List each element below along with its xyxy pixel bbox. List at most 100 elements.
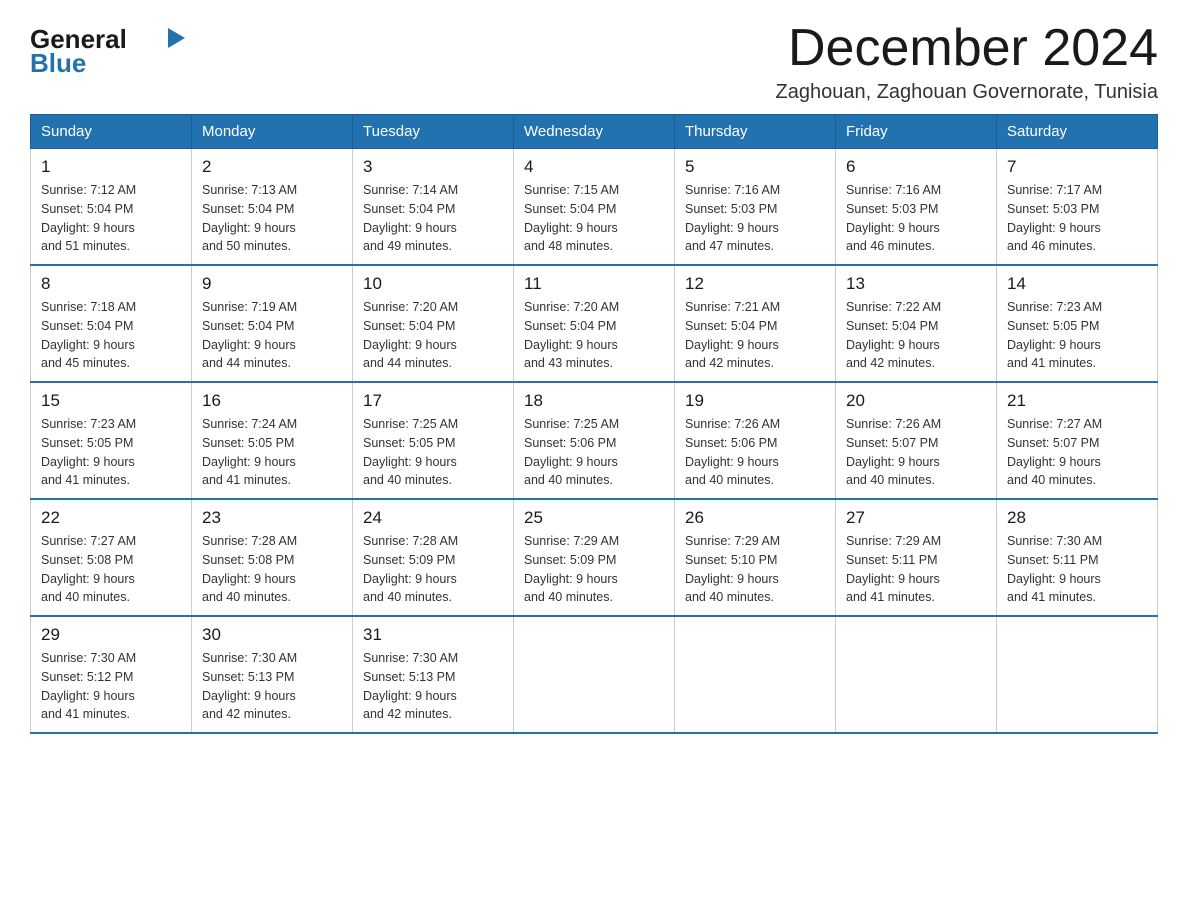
day-info: Sunrise: 7:29 AM Sunset: 5:09 PM Dayligh… [524,532,664,607]
day-number: 13 [846,274,986,294]
weekday-saturday: Saturday [997,115,1158,149]
calendar-cell: 13 Sunrise: 7:22 AM Sunset: 5:04 PM Dayl… [836,265,997,382]
calendar-cell: 2 Sunrise: 7:13 AM Sunset: 5:04 PM Dayli… [192,149,353,266]
day-info: Sunrise: 7:26 AM Sunset: 5:07 PM Dayligh… [846,415,986,490]
calendar-cell: 27 Sunrise: 7:29 AM Sunset: 5:11 PM Dayl… [836,499,997,616]
calendar-cell: 20 Sunrise: 7:26 AM Sunset: 5:07 PM Dayl… [836,382,997,499]
day-number: 21 [1007,391,1147,411]
calendar-cell: 31 Sunrise: 7:30 AM Sunset: 5:13 PM Dayl… [353,616,514,733]
day-number: 24 [363,508,503,528]
weekday-tuesday: Tuesday [353,115,514,149]
day-info: Sunrise: 7:28 AM Sunset: 5:09 PM Dayligh… [363,532,503,607]
day-info: Sunrise: 7:27 AM Sunset: 5:08 PM Dayligh… [41,532,181,607]
calendar-cell: 7 Sunrise: 7:17 AM Sunset: 5:03 PM Dayli… [997,149,1158,266]
calendar-cell: 30 Sunrise: 7:30 AM Sunset: 5:13 PM Dayl… [192,616,353,733]
day-info: Sunrise: 7:30 AM Sunset: 5:13 PM Dayligh… [363,649,503,724]
day-number: 22 [41,508,181,528]
day-info: Sunrise: 7:21 AM Sunset: 5:04 PM Dayligh… [685,298,825,373]
location-subtitle: Zaghouan, Zaghouan Governorate, Tunisia [776,81,1158,104]
day-number: 26 [685,508,825,528]
day-info: Sunrise: 7:25 AM Sunset: 5:06 PM Dayligh… [524,415,664,490]
calendar-cell: 11 Sunrise: 7:20 AM Sunset: 5:04 PM Dayl… [514,265,675,382]
logo[interactable]: General Blue [30,20,190,80]
title-section: December 2024 Zaghouan, Zaghouan Governo… [776,20,1158,104]
calendar-cell: 8 Sunrise: 7:18 AM Sunset: 5:04 PM Dayli… [31,265,192,382]
day-info: Sunrise: 7:27 AM Sunset: 5:07 PM Dayligh… [1007,415,1147,490]
calendar-cell: 23 Sunrise: 7:28 AM Sunset: 5:08 PM Dayl… [192,499,353,616]
month-title: December 2024 [776,20,1158,77]
calendar-cell: 12 Sunrise: 7:21 AM Sunset: 5:04 PM Dayl… [675,265,836,382]
day-number: 28 [1007,508,1147,528]
calendar-cell: 25 Sunrise: 7:29 AM Sunset: 5:09 PM Dayl… [514,499,675,616]
day-info: Sunrise: 7:18 AM Sunset: 5:04 PM Dayligh… [41,298,181,373]
day-number: 18 [524,391,664,411]
day-number: 31 [363,625,503,645]
day-info: Sunrise: 7:26 AM Sunset: 5:06 PM Dayligh… [685,415,825,490]
day-info: Sunrise: 7:12 AM Sunset: 5:04 PM Dayligh… [41,181,181,256]
day-info: Sunrise: 7:20 AM Sunset: 5:04 PM Dayligh… [524,298,664,373]
day-info: Sunrise: 7:17 AM Sunset: 5:03 PM Dayligh… [1007,181,1147,256]
calendar-cell: 1 Sunrise: 7:12 AM Sunset: 5:04 PM Dayli… [31,149,192,266]
day-info: Sunrise: 7:28 AM Sunset: 5:08 PM Dayligh… [202,532,342,607]
calendar-table: SundayMondayTuesdayWednesdayThursdayFrid… [30,114,1158,734]
calendar-cell: 5 Sunrise: 7:16 AM Sunset: 5:03 PM Dayli… [675,149,836,266]
weekday-wednesday: Wednesday [514,115,675,149]
week-row-2: 8 Sunrise: 7:18 AM Sunset: 5:04 PM Dayli… [31,265,1158,382]
day-number: 4 [524,157,664,177]
day-info: Sunrise: 7:20 AM Sunset: 5:04 PM Dayligh… [363,298,503,373]
weekday-sunday: Sunday [31,115,192,149]
calendar-cell [675,616,836,733]
day-info: Sunrise: 7:19 AM Sunset: 5:04 PM Dayligh… [202,298,342,373]
day-number: 10 [363,274,503,294]
day-info: Sunrise: 7:23 AM Sunset: 5:05 PM Dayligh… [41,415,181,490]
calendar-cell: 29 Sunrise: 7:30 AM Sunset: 5:12 PM Dayl… [31,616,192,733]
calendar-cell [997,616,1158,733]
day-number: 1 [41,157,181,177]
calendar-cell: 28 Sunrise: 7:30 AM Sunset: 5:11 PM Dayl… [997,499,1158,616]
day-number: 25 [524,508,664,528]
calendar-cell [836,616,997,733]
weekday-monday: Monday [192,115,353,149]
calendar-cell: 26 Sunrise: 7:29 AM Sunset: 5:10 PM Dayl… [675,499,836,616]
calendar-cell: 21 Sunrise: 7:27 AM Sunset: 5:07 PM Dayl… [997,382,1158,499]
calendar-cell: 24 Sunrise: 7:28 AM Sunset: 5:09 PM Dayl… [353,499,514,616]
day-info: Sunrise: 7:30 AM Sunset: 5:11 PM Dayligh… [1007,532,1147,607]
day-info: Sunrise: 7:22 AM Sunset: 5:04 PM Dayligh… [846,298,986,373]
day-info: Sunrise: 7:14 AM Sunset: 5:04 PM Dayligh… [363,181,503,256]
calendar-cell: 17 Sunrise: 7:25 AM Sunset: 5:05 PM Dayl… [353,382,514,499]
calendar-cell: 18 Sunrise: 7:25 AM Sunset: 5:06 PM Dayl… [514,382,675,499]
day-number: 29 [41,625,181,645]
day-info: Sunrise: 7:16 AM Sunset: 5:03 PM Dayligh… [685,181,825,256]
day-number: 8 [41,274,181,294]
week-row-3: 15 Sunrise: 7:23 AM Sunset: 5:05 PM Dayl… [31,382,1158,499]
day-number: 23 [202,508,342,528]
day-info: Sunrise: 7:16 AM Sunset: 5:03 PM Dayligh… [846,181,986,256]
day-info: Sunrise: 7:25 AM Sunset: 5:05 PM Dayligh… [363,415,503,490]
day-number: 27 [846,508,986,528]
calendar-cell: 16 Sunrise: 7:24 AM Sunset: 5:05 PM Dayl… [192,382,353,499]
calendar-cell: 15 Sunrise: 7:23 AM Sunset: 5:05 PM Dayl… [31,382,192,499]
calendar-cell: 14 Sunrise: 7:23 AM Sunset: 5:05 PM Dayl… [997,265,1158,382]
calendar-cell: 4 Sunrise: 7:15 AM Sunset: 5:04 PM Dayli… [514,149,675,266]
day-info: Sunrise: 7:13 AM Sunset: 5:04 PM Dayligh… [202,181,342,256]
day-number: 7 [1007,157,1147,177]
day-info: Sunrise: 7:30 AM Sunset: 5:13 PM Dayligh… [202,649,342,724]
calendar-cell: 19 Sunrise: 7:26 AM Sunset: 5:06 PM Dayl… [675,382,836,499]
calendar-cell [514,616,675,733]
day-number: 12 [685,274,825,294]
day-info: Sunrise: 7:23 AM Sunset: 5:05 PM Dayligh… [1007,298,1147,373]
day-number: 14 [1007,274,1147,294]
day-number: 17 [363,391,503,411]
calendar-cell: 9 Sunrise: 7:19 AM Sunset: 5:04 PM Dayli… [192,265,353,382]
day-info: Sunrise: 7:29 AM Sunset: 5:11 PM Dayligh… [846,532,986,607]
calendar-cell: 22 Sunrise: 7:27 AM Sunset: 5:08 PM Dayl… [31,499,192,616]
page-header: General Blue December 2024 Zaghouan, Zag… [30,20,1158,104]
weekday-friday: Friday [836,115,997,149]
week-row-5: 29 Sunrise: 7:30 AM Sunset: 5:12 PM Dayl… [31,616,1158,733]
day-info: Sunrise: 7:29 AM Sunset: 5:10 PM Dayligh… [685,532,825,607]
day-number: 5 [685,157,825,177]
day-number: 15 [41,391,181,411]
day-number: 9 [202,274,342,294]
calendar-cell: 6 Sunrise: 7:16 AM Sunset: 5:03 PM Dayli… [836,149,997,266]
day-info: Sunrise: 7:30 AM Sunset: 5:12 PM Dayligh… [41,649,181,724]
